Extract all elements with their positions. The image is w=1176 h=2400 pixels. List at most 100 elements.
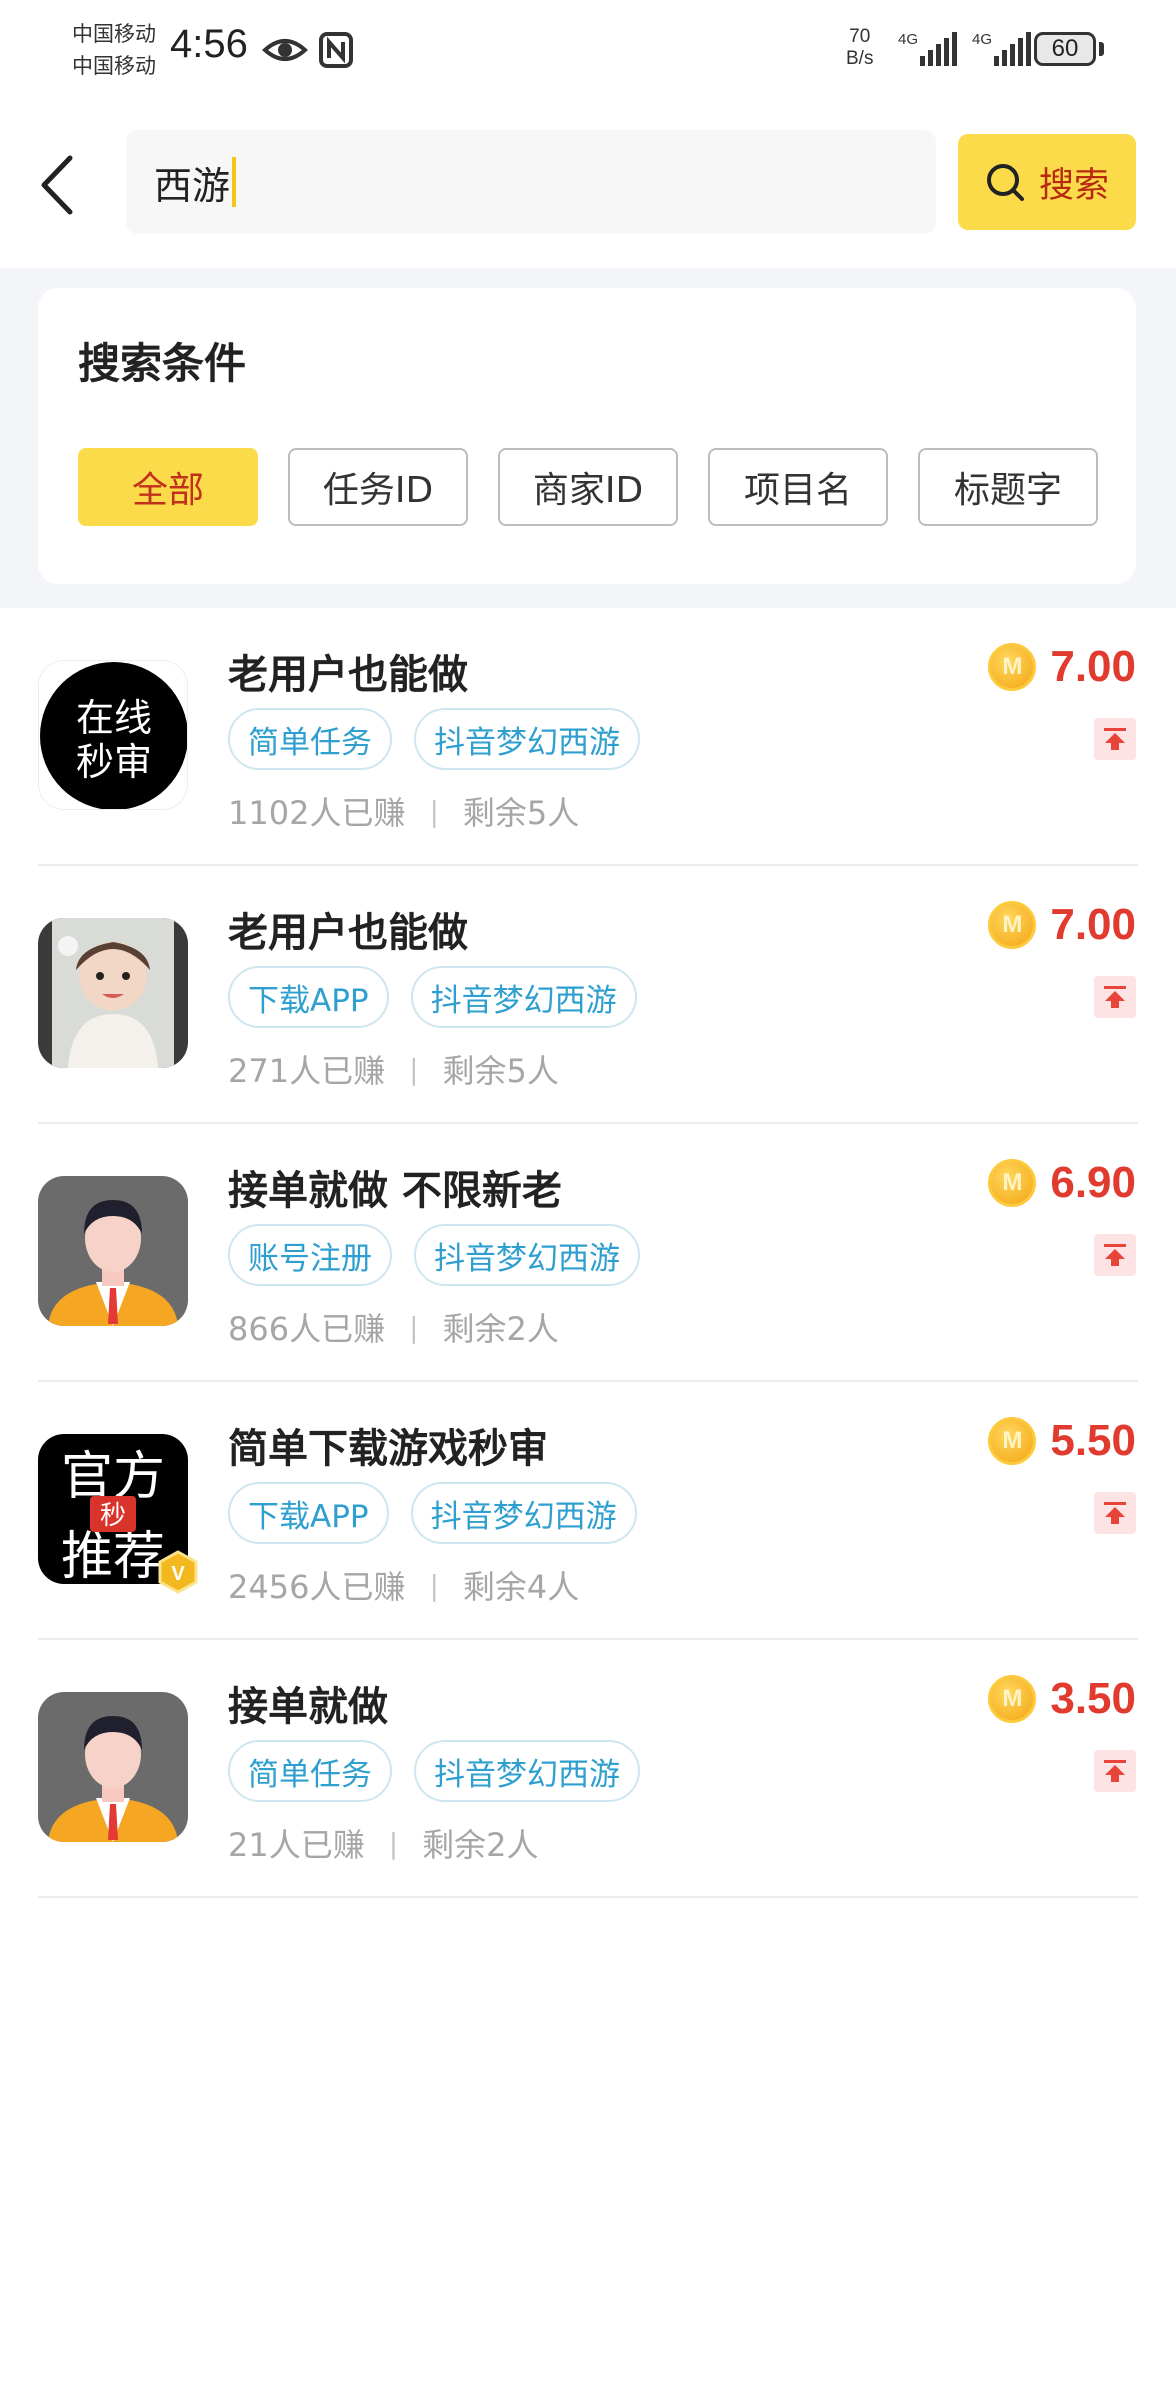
task-tag: 抖音梦幻西游 xyxy=(414,1740,640,1802)
search-input[interactable]: 西游 xyxy=(126,130,936,234)
signal-icon: 4G xyxy=(898,31,957,66)
task-list: 在线 秒审 老用户也能做 简单任务 抖音梦幻西游 1102人已赚 | 剩余5人 … xyxy=(0,608,1176,1898)
price-value: 7.00 xyxy=(1050,900,1136,949)
task-stats: 1102人已赚 | 剩余5人 xyxy=(228,788,579,834)
task-tag: 下载APP xyxy=(228,966,389,1028)
verified-badge-text: V xyxy=(171,1563,185,1585)
child-photo-icon xyxy=(38,918,188,1068)
task-title: 老用户也能做 xyxy=(228,910,468,956)
task-tag: 下载APP xyxy=(228,1482,389,1544)
search-button[interactable]: 搜索 xyxy=(958,134,1136,230)
task-price: M 6.90 xyxy=(988,1158,1136,1208)
remaining-count: 剩余4人 xyxy=(462,1568,580,1606)
carrier-info: 中国移动 中国移动 xyxy=(72,18,156,82)
search-conditions-section: 搜索条件 全部 任务ID 商家ID 项目名 标题字 xyxy=(0,268,1176,608)
task-tag: 抖音梦幻西游 xyxy=(410,966,637,1028)
filter-title-keyword[interactable]: 标题字 xyxy=(918,448,1098,526)
official-recommend-logo-icon: 官方 推荐 秒 V xyxy=(38,1434,198,1594)
remaining-count: 剩余5人 xyxy=(442,1052,559,1090)
list-item[interactable]: 在线 秒审 老用户也能做 简单任务 抖音梦幻西游 1102人已赚 | 剩余5人 … xyxy=(0,608,1176,866)
earned-count: 271人已赚 xyxy=(228,1052,386,1090)
task-tags: 简单任务 抖音梦幻西游 xyxy=(228,1740,640,1802)
list-item[interactable]: 老用户也能做 下载APP 抖音梦幻西游 271人已赚 | 剩余5人 M 7.00 xyxy=(0,866,1176,1124)
pin-top-icon xyxy=(1104,986,1126,1008)
filter-all[interactable]: 全部 xyxy=(78,448,258,526)
task-title: 接单就做 不限新老 xyxy=(228,1168,562,1214)
task-tag: 账号注册 xyxy=(228,1224,392,1286)
avatar-logo-text: 推荐 xyxy=(61,1527,165,1587)
default-user-avatar-icon xyxy=(38,1692,188,1842)
nfc-icon xyxy=(319,32,353,68)
list-item[interactable]: 官方 推荐 秒 V 简单下载游戏秒审 下载APP 抖音梦幻西游 2456人已赚 … xyxy=(0,1382,1176,1640)
battery-level: 60 xyxy=(1051,35,1079,62)
task-price: M 5.50 xyxy=(988,1416,1136,1466)
price-value: 3.50 xyxy=(1050,1674,1136,1723)
task-title: 接单就做 xyxy=(228,1684,388,1730)
task-price: M 3.50 xyxy=(988,1674,1136,1724)
coin-icon: M xyxy=(988,1159,1037,1207)
earned-count: 2456人已赚 xyxy=(228,1568,406,1606)
task-tag: 抖音梦幻西游 xyxy=(410,1482,637,1544)
task-stats: 866人已赚 | 剩余2人 xyxy=(228,1304,559,1350)
separator: | xyxy=(388,1826,399,1860)
back-arrow-icon xyxy=(41,155,73,215)
pin-top-icon xyxy=(1104,1760,1126,1782)
task-stats: 2456人已赚 | 剩余4人 xyxy=(228,1562,579,1608)
status-bar: 中国移动 中国移动 4:56 70 B/s 4G 4G 60 xyxy=(0,0,1176,100)
separator: | xyxy=(409,1310,419,1344)
earned-count: 866人已赚 xyxy=(228,1310,386,1348)
remaining-count: 剩余2人 xyxy=(442,1310,559,1348)
filter-group: 全部 任务ID 商家ID 项目名 标题字 xyxy=(78,448,1098,526)
coin-icon: M xyxy=(988,643,1037,691)
pin-top-button[interactable] xyxy=(1094,718,1136,760)
task-tags: 账号注册 抖音梦幻西游 xyxy=(228,1224,640,1286)
back-button[interactable] xyxy=(28,150,84,220)
avatar xyxy=(38,1176,188,1326)
earned-count: 21人已赚 xyxy=(228,1826,365,1864)
network-type-2: 4G xyxy=(972,31,992,48)
filter-project-name[interactable]: 项目名 xyxy=(708,448,888,526)
pin-top-button[interactable] xyxy=(1094,1234,1136,1276)
list-item[interactable]: 接单就做 简单任务 抖音梦幻西游 21人已赚 | 剩余2人 M 3.50 xyxy=(0,1640,1176,1898)
task-price: M 7.00 xyxy=(988,900,1136,950)
online-review-logo-icon: 在线 秒审 xyxy=(40,662,187,809)
net-speed-unit: B/s xyxy=(846,48,874,69)
filter-merchant-id[interactable]: 商家ID xyxy=(498,448,678,526)
coin-icon: M xyxy=(988,1675,1037,1723)
pin-top-button[interactable] xyxy=(1094,1492,1136,1534)
earned-count: 1102人已赚 xyxy=(228,794,406,832)
signal-icon: 4G xyxy=(972,31,1031,66)
search-conditions-card: 搜索条件 全部 任务ID 商家ID 项目名 标题字 xyxy=(38,288,1136,584)
battery-icon: 60 xyxy=(1034,32,1096,66)
price-value: 6.90 xyxy=(1050,1158,1136,1207)
task-tags: 下载APP 抖音梦幻西游 xyxy=(228,1482,637,1544)
pin-top-icon xyxy=(1104,728,1126,750)
pin-top-icon xyxy=(1104,1244,1126,1266)
default-user-avatar-icon xyxy=(38,1176,188,1326)
network-speed: 70 B/s xyxy=(846,26,873,70)
coin-icon: M xyxy=(988,1417,1037,1465)
task-price: M 7.00 xyxy=(988,642,1136,692)
pin-top-button[interactable] xyxy=(1094,1750,1136,1792)
avatar xyxy=(38,1692,188,1842)
task-title: 老用户也能做 xyxy=(228,652,468,698)
price-value: 7.00 xyxy=(1050,642,1136,691)
search-button-label: 搜索 xyxy=(1038,165,1109,206)
search-header: 西游 搜索 xyxy=(0,100,1176,268)
pin-top-button[interactable] xyxy=(1094,976,1136,1018)
search-input-value: 西游 xyxy=(154,163,231,208)
eye-icon xyxy=(262,39,308,61)
coin-icon: M xyxy=(988,901,1037,949)
avatar: 官方 推荐 秒 V xyxy=(38,1434,198,1594)
task-tags: 下载APP 抖音梦幻西游 xyxy=(228,966,637,1028)
task-title: 简单下载游戏秒审 xyxy=(228,1426,548,1472)
task-tags: 简单任务 抖音梦幻西游 xyxy=(228,708,640,770)
status-time: 4:56 xyxy=(170,22,248,66)
remaining-count: 剩余5人 xyxy=(462,794,580,832)
list-item[interactable]: 接单就做 不限新老 账号注册 抖音梦幻西游 866人已赚 | 剩余2人 M 6.… xyxy=(0,1124,1176,1382)
search-conditions-title: 搜索条件 xyxy=(78,339,247,388)
task-stats: 271人已赚 | 剩余5人 xyxy=(228,1046,559,1092)
search-icon xyxy=(986,164,1024,201)
filter-task-id[interactable]: 任务ID xyxy=(288,448,468,526)
task-tag: 简单任务 xyxy=(228,708,392,770)
